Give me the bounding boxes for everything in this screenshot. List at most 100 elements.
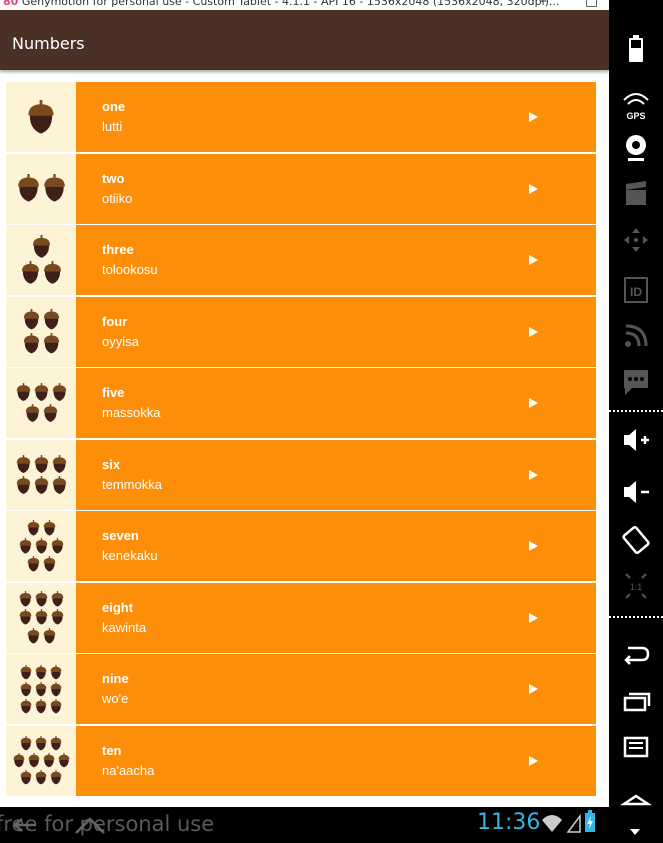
list-item[interactable]: seven kenekaku (6, 511, 596, 581)
word-row-body[interactable]: five massokka (76, 368, 596, 438)
acorn-icon (51, 591, 63, 607)
list-item[interactable]: two otiiko (6, 153, 596, 224)
acorn-icon (43, 627, 55, 644)
acorn-icon (23, 332, 39, 353)
word-row-body[interactable]: four oyyisa (76, 296, 596, 367)
acorn-icon (35, 664, 47, 679)
english-word: three (102, 242, 134, 257)
rotate-icon[interactable] (616, 522, 656, 558)
word-row-body[interactable]: six temmokka (76, 439, 596, 510)
acorn-icon (43, 261, 61, 284)
acorn-icon (16, 475, 30, 494)
sms-icon[interactable] (616, 364, 656, 400)
dpad-icon[interactable] (616, 222, 656, 258)
word-row-body[interactable]: one lutti (76, 82, 596, 152)
acorn-icon (28, 753, 39, 768)
list-item[interactable]: one lutti (6, 82, 596, 152)
system-nav-bar: free for personal use 11:36 (0, 807, 609, 843)
volume-up-icon[interactable] (616, 422, 656, 458)
acorn-icon (20, 698, 32, 713)
acorn-icon (35, 591, 47, 607)
miwok-word: otiiko (102, 190, 133, 206)
word-row-body[interactable]: eight kawinta (76, 582, 596, 653)
play-icon[interactable] (529, 469, 538, 480)
play-icon[interactable] (529, 398, 538, 408)
home-nav-icon[interactable] (72, 813, 108, 837)
acorn-icon (25, 404, 39, 422)
play-icon[interactable] (529, 326, 538, 337)
acorn-icon (20, 770, 32, 785)
acorn-icon (34, 383, 48, 402)
play-icon[interactable] (529, 541, 538, 551)
list-item[interactable]: ten na'aacha (6, 725, 596, 796)
acorn-icon (35, 736, 47, 751)
gps-icon[interactable]: GPS (616, 86, 656, 122)
list-item[interactable]: eight kawinta (6, 582, 596, 653)
numbers-list[interactable]: one lutti two otiiko three tolookosu four oyyis… (6, 82, 596, 796)
capture-icon[interactable] (616, 176, 656, 212)
acorn-thumbnail (6, 725, 76, 796)
acorn-icon (35, 770, 47, 785)
emulator-side-toolbar: GPS ID 1:1 (609, 0, 663, 843)
english-word: two (102, 170, 125, 186)
miwok-word: temmokka (102, 476, 162, 492)
word-row-body[interactable]: seven kenekaku (76, 511, 596, 581)
miwok-word: kawinta (102, 619, 147, 635)
acorn-icon (20, 736, 32, 751)
maximize-button[interactable]: □ (585, 0, 598, 9)
scroll-down-icon[interactable] (630, 829, 640, 835)
word-row-body[interactable]: two otiiko (76, 153, 596, 224)
miwok-word: kenekaku (102, 548, 158, 563)
menu-icon[interactable] (616, 730, 656, 766)
battery-icon[interactable] (616, 32, 656, 68)
recent-apps-icon[interactable] (616, 684, 656, 720)
list-item[interactable]: five massokka (6, 368, 596, 438)
acorn-icon (43, 753, 54, 768)
volume-down-icon[interactable] (616, 474, 656, 510)
list-item[interactable]: four oyyisa (6, 296, 596, 367)
word-row-body[interactable]: three tolookosu (76, 225, 596, 295)
list-item[interactable]: six temmokka (6, 439, 596, 510)
window-title: Genymotion for personal use - Custom Tab… (21, 0, 560, 8)
acorn-icon (34, 475, 48, 494)
acorn-icon (51, 609, 63, 625)
acorn-icon (19, 609, 31, 625)
acorn-thumbnail (6, 296, 76, 367)
page-title: Numbers (12, 34, 85, 53)
device-id-icon[interactable]: ID (616, 272, 656, 308)
network-icon[interactable] (616, 318, 656, 354)
acorn-thumbnail (6, 439, 76, 510)
play-icon[interactable] (529, 112, 538, 122)
home-icon[interactable] (616, 784, 656, 820)
wifi-icon (542, 815, 562, 832)
acorn-icon (32, 235, 50, 259)
play-icon[interactable] (529, 755, 538, 766)
list-item[interactable]: nine wo'e (6, 654, 596, 724)
acorn-icon (51, 537, 63, 554)
list-item[interactable]: three tolookosu (6, 225, 596, 295)
acorn-icon (16, 454, 30, 473)
signal-icon (566, 813, 581, 833)
minimize-button[interactable]: – (540, 0, 547, 9)
webcam-icon[interactable] (616, 130, 656, 166)
miwok-word: tolookosu (102, 262, 158, 277)
toolbar-separator (609, 616, 663, 618)
acorn-icon (43, 519, 55, 536)
word-row-body[interactable]: ten na'aacha (76, 725, 596, 796)
acorn-icon (43, 332, 59, 353)
back-nav-icon[interactable] (10, 815, 40, 835)
acorn-thumbnail (6, 511, 76, 581)
acorn-icon (50, 698, 62, 713)
pixel-perfect-icon[interactable]: 1:1 (616, 568, 656, 604)
acorn-icon (35, 681, 47, 696)
play-icon[interactable] (529, 255, 538, 265)
back-icon[interactable] (616, 636, 656, 672)
play-icon[interactable] (529, 183, 538, 194)
play-icon[interactable] (529, 684, 538, 694)
acorn-icon (13, 753, 24, 768)
play-icon[interactable] (529, 612, 538, 623)
acorn-icon (28, 99, 54, 134)
acorn-thumbnail (6, 654, 76, 724)
word-row-body[interactable]: nine wo'e (76, 654, 596, 724)
acorn-icon (50, 664, 62, 679)
